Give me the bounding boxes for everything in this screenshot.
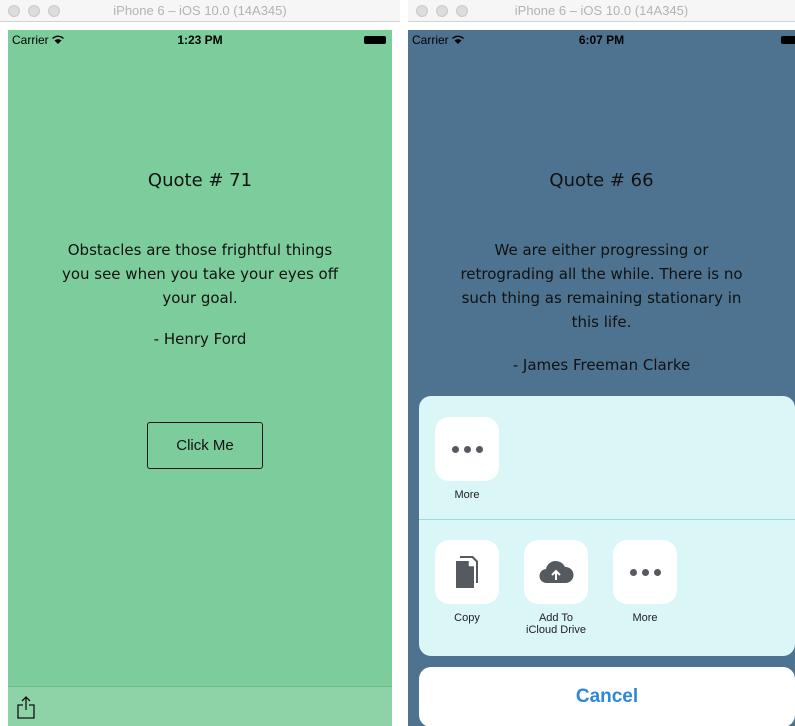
app-screen: Carrier 1:23 PM Quote # 71 Obstacles are…	[8, 30, 392, 726]
icloud-upload-icon	[539, 560, 574, 584]
battery-icon	[781, 36, 795, 44]
more-label-bottom: More	[632, 612, 658, 624]
more-button-bottom[interactable]	[613, 540, 677, 604]
copy-icon	[456, 556, 478, 588]
add-to-icloud-label: Add To iCloud Drive	[511, 612, 601, 636]
cancel-button[interactable]: Cancel	[419, 667, 795, 726]
quote-author: - Henry Ford	[153, 330, 247, 348]
app-screen: Carrier 6:07 PM Quote # 66 We are either…	[408, 30, 795, 726]
add-to-icloud-label-line2: iCloud Drive	[526, 624, 586, 636]
share-icon[interactable]	[16, 695, 36, 719]
status-bar: Carrier 6:07 PM	[408, 30, 795, 50]
add-to-icloud-label-line1: Add To	[538, 612, 574, 624]
sheet-divider	[419, 519, 795, 520]
status-bar: Carrier 1:23 PM	[8, 30, 392, 50]
window-titlebar: iPhone 6 – iOS 10.0 (14A345)	[0, 0, 400, 22]
quote-text: Obstacles are those frightful things you…	[61, 241, 339, 307]
status-time: 1:23 PM	[177, 33, 223, 47]
status-time: 6:07 PM	[578, 33, 625, 47]
bottom-toolbar	[8, 686, 392, 726]
more-icon	[629, 568, 661, 576]
copy-label: Copy	[454, 612, 480, 624]
simulator-window-left: iPhone 6 – iOS 10.0 (14A345) Carrier 1:2…	[0, 0, 400, 726]
window-titlebar: iPhone 6 – iOS 10.0 (14A345)	[408, 0, 795, 22]
copy-button[interactable]	[435, 540, 499, 604]
quote-text: We are either progressing or retrogradin…	[460, 241, 743, 331]
quote-title: Quote # 71	[147, 170, 253, 191]
window-title: iPhone 6 – iOS 10.0 (14A345)	[113, 3, 287, 18]
share-sheet: More Copy Add To iCloud Drive More	[419, 396, 795, 656]
simulator-window-right: iPhone 6 – iOS 10.0 (14A345) Carrier 6:0…	[408, 0, 795, 726]
window-title: iPhone 6 – iOS 10.0 (14A345)	[514, 3, 689, 18]
more-icon	[451, 445, 483, 453]
add-to-icloud-button[interactable]	[524, 540, 588, 604]
more-label-top: More	[454, 489, 480, 501]
click-me-button[interactable]: Click Me	[147, 422, 263, 469]
more-button-top[interactable]	[435, 417, 499, 481]
quote-author: - James Freeman Clarke	[512, 356, 691, 374]
battery-icon	[364, 36, 386, 44]
quote-title: Quote # 66	[549, 170, 654, 191]
